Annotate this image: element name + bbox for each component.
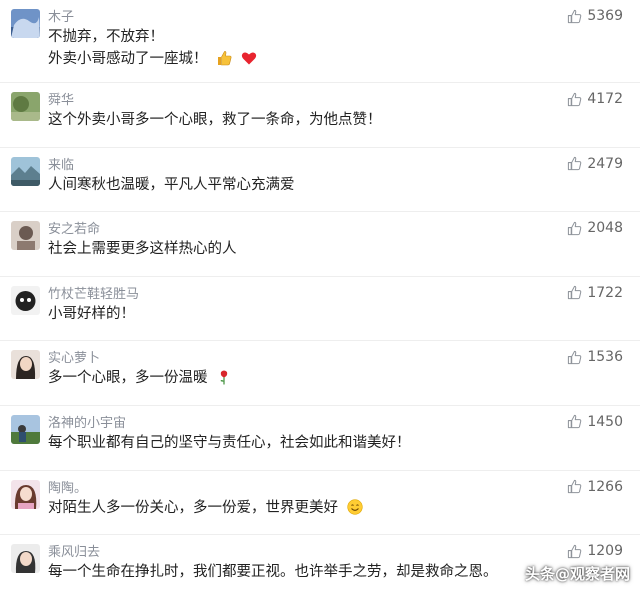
comment-item: 木子 不抛弃，不放弃！ 外卖小哥感动了一座城！ 5369 <box>0 0 640 83</box>
username[interactable]: 洛神的小宇宙 <box>48 412 126 431</box>
comment-text: 这个外卖小哥多一个心眼，救了一条命，为他点赞！ <box>48 112 382 128</box>
like-count: 4172 <box>587 91 623 107</box>
like-button[interactable]: 5369 <box>567 8 623 24</box>
like-button[interactable]: 2479 <box>567 156 623 172</box>
comment-item: 舜华 这个外卖小哥多一个心眼，救了一条命，为他点赞！ 4172 <box>0 83 640 148</box>
like-button[interactable]: 2048 <box>567 220 623 236</box>
username[interactable]: 木子 <box>48 6 74 25</box>
comment-item: 洛神的小宇宙 每个职业都有自己的坚守与责任心，社会如此和谐美好！ 1450 <box>0 406 640 471</box>
like-button[interactable]: 1536 <box>567 349 623 365</box>
avatar[interactable] <box>11 92 40 121</box>
avatar[interactable] <box>11 156 40 186</box>
comment-item: 来临 人间寒秋也温暖，平凡人平常心充满爱 2479 <box>0 148 640 213</box>
username[interactable]: 乘风归去 <box>48 541 100 560</box>
avatar[interactable] <box>11 350 40 380</box>
comment-text: 多一个心眼，多一份温暖 <box>48 370 208 387</box>
like-count: 1450 <box>587 413 623 430</box>
like-count: 2479 <box>587 155 623 172</box>
red-heart-emoji <box>241 50 257 66</box>
like-count: 2048 <box>587 220 623 237</box>
thumbs-up-emoji <box>216 50 232 66</box>
avatar[interactable] <box>11 285 40 315</box>
username[interactable]: 舜华 <box>48 89 74 108</box>
smiling-face-emoji <box>347 498 363 515</box>
like-count: 5369 <box>587 8 623 24</box>
thumbs-up-icon <box>568 350 582 364</box>
comment-text: 每个职业都有自己的坚守与责任心，社会如此和谐美好！ <box>48 434 411 451</box>
like-count: 1209 <box>587 543 623 560</box>
comment-text: 人间寒秋也温暖，平凡人平常心充满爱 <box>48 176 295 193</box>
thumbs-up-icon <box>568 479 582 494</box>
thumbs-up-icon <box>568 92 582 106</box>
thumbs-up-icon <box>568 286 582 300</box>
comment-item: 陶陶。 对陌生人多一份关心，多一份爱，世界更美好 1266 <box>0 471 640 536</box>
like-button[interactable]: 1722 <box>567 285 623 301</box>
like-button[interactable]: 1450 <box>567 414 623 430</box>
avatar[interactable] <box>11 9 40 38</box>
like-button[interactable]: 1266 <box>567 479 623 495</box>
username[interactable]: 实心萝卜 <box>48 347 100 366</box>
comment-text: 社会上需要更多这样热心的人 <box>48 241 237 258</box>
like-count: 1266 <box>587 478 623 495</box>
comment-text: 小哥好样的！ <box>48 305 135 322</box>
username[interactable]: 陶陶。 <box>48 477 87 496</box>
like-count: 1536 <box>587 349 623 366</box>
avatar[interactable] <box>11 414 40 444</box>
comment-text: 对陌生人多一份关心，多一份爱，世界更美好 <box>48 499 338 516</box>
like-count: 1722 <box>587 284 623 301</box>
comment-item: 安之若命 社会上需要更多这样热心的人 2048 <box>0 212 640 277</box>
avatar[interactable] <box>11 544 40 574</box>
toutiao-logo-icon <box>503 564 521 583</box>
comment-text-line: 对陌生人多一份关心，多一份爱，世界更美好 <box>48 498 363 517</box>
watermark-text: 头条@观察者网 <box>524 565 630 583</box>
comment-text: 每一个生命在挣扎时，我们都要正视。也许举手之劳，却是救命之恩。 <box>48 564 498 581</box>
like-button[interactable]: 1209 <box>567 543 623 559</box>
comment-item: 实心萝卜 多一个心眼，多一份温暖 1536 <box>0 341 640 406</box>
comment-item: 竹杖芒鞋轻胜马 小哥好样的！ 1722 <box>0 277 640 342</box>
comment-text: 不抛弃，不放弃！ <box>48 29 164 45</box>
thumbs-up-icon <box>568 415 582 429</box>
username[interactable]: 竹杖芒鞋轻胜马 <box>48 283 139 302</box>
thumbs-up-icon <box>568 9 582 23</box>
comment-text: 外卖小哥感动了一座城！ <box>48 51 208 67</box>
thumbs-up-icon <box>568 156 582 171</box>
watermark: 头条@观察者网 <box>503 563 630 584</box>
comment-text-line: 多一个心眼，多一份温暖 <box>48 369 232 387</box>
username[interactable]: 安之若命 <box>48 218 100 237</box>
avatar[interactable] <box>11 479 40 509</box>
avatar[interactable] <box>11 221 40 251</box>
comment-text-line2: 外卖小哥感动了一座城！ <box>48 50 257 68</box>
like-button[interactable]: 4172 <box>567 91 623 107</box>
username[interactable]: 来临 <box>48 154 74 173</box>
comment-list: 木子 不抛弃，不放弃！ 外卖小哥感动了一座城！ 5369 舜华 这个外卖小哥多一… <box>0 0 640 600</box>
rose-emoji <box>216 369 232 385</box>
thumbs-up-icon <box>568 544 582 558</box>
thumbs-up-icon <box>568 221 582 235</box>
